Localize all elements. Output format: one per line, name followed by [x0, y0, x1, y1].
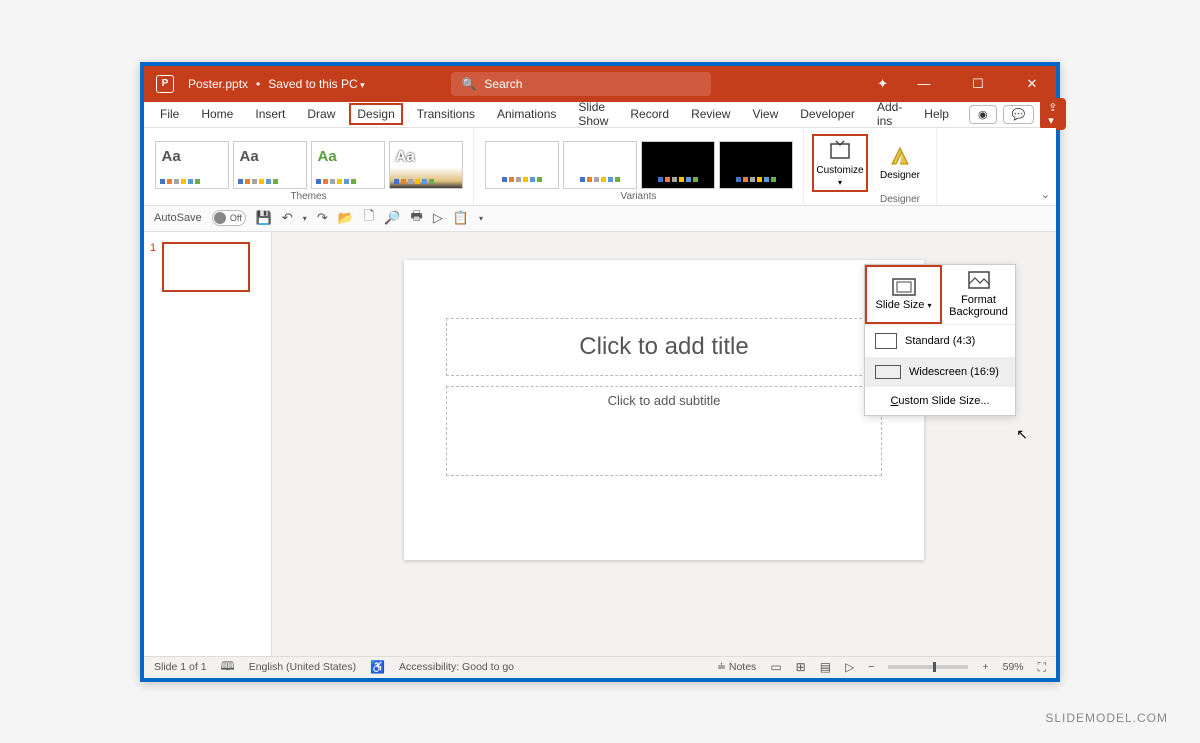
theme-swatch-1[interactable]: Aa	[155, 141, 229, 189]
search-box[interactable]: 🔍 Search	[451, 72, 711, 96]
aspect-4-3-icon	[875, 333, 897, 349]
tab-design[interactable]: Design	[349, 103, 402, 125]
slide-counter[interactable]: Slide 1 of 1	[154, 661, 207, 673]
spellcheck-icon[interactable]: 🕮	[221, 657, 235, 678]
variant-3[interactable]	[641, 141, 715, 189]
autosave-toggle[interactable]: Off	[212, 210, 246, 226]
search-placeholder: Search	[484, 77, 522, 91]
paste-icon[interactable]: 📋	[453, 210, 469, 226]
slide-sorter-icon[interactable]: ⊞	[796, 660, 806, 674]
customize-group: Customize ▾ Designer Designer	[804, 128, 937, 205]
tab-help[interactable]: Help	[916, 103, 957, 125]
tab-transitions[interactable]: Transitions	[409, 103, 483, 125]
fit-to-window-icon[interactable]: ⛶	[1038, 660, 1046, 675]
tab-insert[interactable]: Insert	[247, 103, 293, 125]
variants-group: Variants	[474, 128, 804, 205]
customize-button[interactable]: Customize ▾	[812, 134, 868, 192]
coming-soon-icon[interactable]: ✦	[877, 76, 888, 92]
saved-location-dropdown[interactable]: Saved to this PC	[268, 77, 364, 91]
tab-developer[interactable]: Developer	[792, 103, 863, 125]
zoom-out-button[interactable]: −	[868, 661, 874, 673]
slide-thumbnails-pane[interactable]: 1	[144, 232, 272, 656]
tab-view[interactable]: View	[744, 103, 786, 125]
ribbon-collapse-chevron[interactable]: ⌄	[1041, 188, 1050, 201]
theme-swatch-3[interactable]: Aa	[311, 141, 385, 189]
ribbon-design: Aa Aa Aa Aa Themes Variants Customize ▾	[144, 128, 1056, 206]
print-icon[interactable]: 🖶	[411, 207, 423, 229]
designer-button[interactable]: Designer	[872, 134, 928, 192]
slide-1[interactable]: Click to add title Click to add subtitle	[404, 260, 924, 560]
zoom-slider[interactable]	[888, 665, 968, 669]
themes-label: Themes	[290, 191, 326, 202]
accessibility-icon[interactable]: ♿	[370, 660, 385, 674]
tab-home[interactable]: Home	[193, 103, 241, 125]
ribbon-tabs: File Home Insert Draw Design Transitions…	[144, 102, 1056, 128]
minimize-button[interactable]: —	[906, 76, 942, 91]
comments-button[interactable]: 💬	[1003, 105, 1035, 124]
zoom-in-button[interactable]: +	[982, 661, 988, 673]
designer-group-label: Designer	[880, 194, 920, 205]
thumbnail-number: 1	[150, 242, 156, 292]
redo-icon[interactable]: ↷	[317, 210, 328, 226]
variant-4[interactable]	[719, 141, 793, 189]
tab-draw[interactable]: Draw	[299, 103, 343, 125]
quick-access-toolbar: AutoSave Off 💾 ↶ ▾ ↷ 📂 🗋 🔎 🖶 ▷ 📋 ▾	[144, 206, 1056, 232]
powerpoint-window: P Poster.pptx • Saved to this PC 🔍 Searc…	[140, 62, 1060, 682]
search-icon: 🔍	[461, 77, 476, 91]
aspect-16-9-icon	[875, 365, 901, 379]
variants-label: Variants	[621, 191, 657, 202]
normal-view-icon[interactable]: ▭	[770, 660, 781, 674]
customize-dropdown: Slide Size ▾ Format Background Standard …	[864, 264, 1016, 416]
accessibility-label[interactable]: Accessibility: Good to go	[399, 661, 514, 673]
save-icon[interactable]: 💾	[256, 210, 272, 226]
tab-review[interactable]: Review	[683, 103, 738, 125]
variant-2[interactable]	[563, 141, 637, 189]
watermark-text: SLIDEMODEL.COM	[1045, 711, 1168, 725]
subtitle-placeholder[interactable]: Click to add subtitle	[446, 386, 882, 476]
slideshow-view-icon[interactable]: ▷	[845, 660, 854, 674]
variant-1[interactable]	[485, 141, 559, 189]
language-label[interactable]: English (United States)	[249, 661, 356, 673]
file-name[interactable]: Poster.pptx	[188, 77, 248, 91]
custom-slide-size-option[interactable]: Custom Slide Size...	[865, 387, 1015, 415]
theme-swatch-2[interactable]: Aa	[233, 141, 307, 189]
slide-thumbnail-1[interactable]	[162, 242, 250, 292]
slide-size-button[interactable]: Slide Size ▾	[865, 265, 942, 324]
tab-animations[interactable]: Animations	[489, 103, 564, 125]
mouse-cursor-icon: ↖	[1016, 426, 1028, 443]
themes-group: Aa Aa Aa Aa Themes	[144, 128, 474, 205]
undo-icon[interactable]: ↶	[282, 210, 293, 226]
tab-record[interactable]: Record	[622, 103, 677, 125]
slide-size-standard-option[interactable]: Standard (4:3)	[865, 325, 1015, 357]
maximize-button[interactable]: ☐	[960, 76, 996, 92]
autosave-label: AutoSave	[154, 212, 202, 224]
open-icon[interactable]: 📂	[338, 210, 354, 226]
slide-size-widescreen-option[interactable]: Widescreen (16:9)	[865, 357, 1015, 387]
powerpoint-icon: P	[156, 75, 174, 93]
theme-swatch-4[interactable]: Aa	[389, 141, 463, 189]
new-icon[interactable]: 🗋	[364, 207, 374, 229]
from-beginning-icon[interactable]: ▷	[433, 210, 443, 226]
notes-button[interactable]: ≐ Notes	[717, 661, 756, 673]
reading-view-icon[interactable]: ▤	[820, 660, 831, 674]
share-button[interactable]: ⇪ ▾	[1040, 98, 1065, 130]
tab-file[interactable]: File	[152, 103, 187, 125]
format-background-button[interactable]: Format Background	[942, 265, 1015, 324]
record-button[interactable]: ◉	[969, 105, 997, 124]
zoom-level[interactable]: 59%	[1003, 661, 1024, 673]
status-bar: Slide 1 of 1 🕮 English (United States) ♿…	[144, 656, 1056, 678]
close-button[interactable]: ✕	[1014, 76, 1050, 92]
preview-icon[interactable]: 🔎	[384, 210, 400, 226]
title-placeholder[interactable]: Click to add title	[446, 318, 882, 376]
